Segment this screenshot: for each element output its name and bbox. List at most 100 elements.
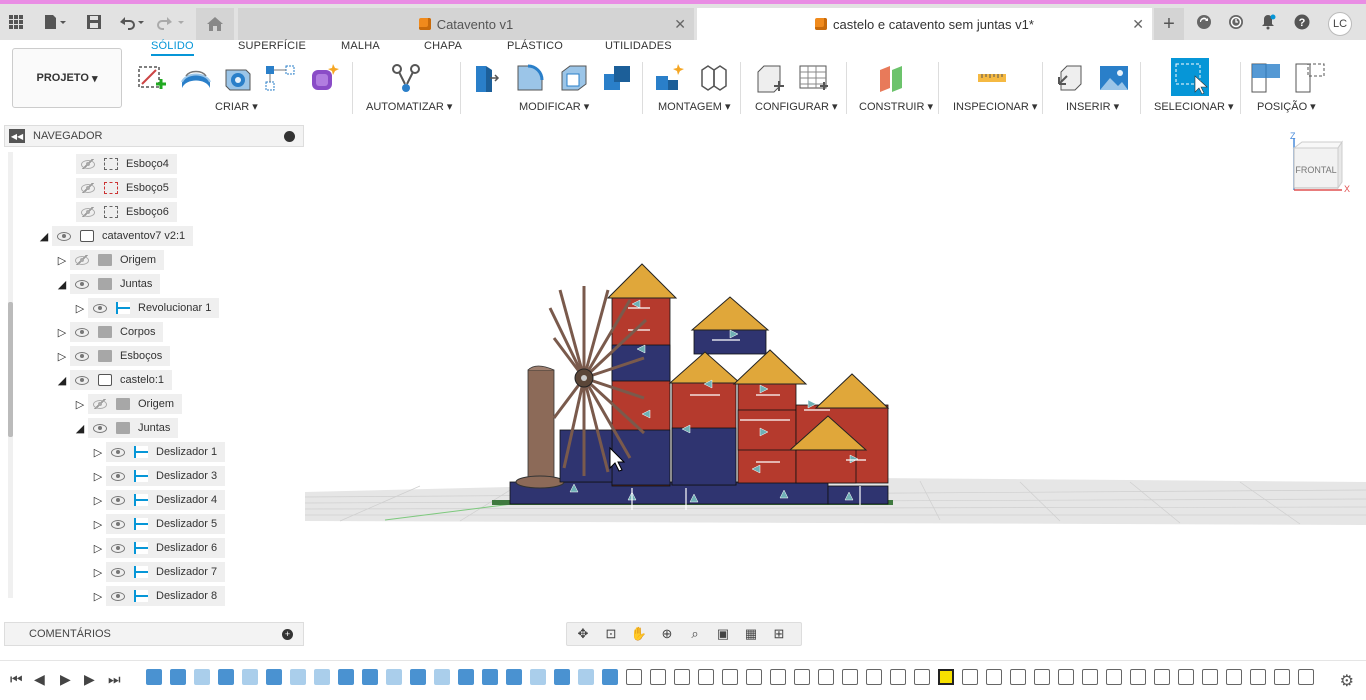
group-inserir[interactable]: INSERIR ▾: [1066, 100, 1119, 113]
timeline-feature-icon[interactable]: [338, 669, 354, 685]
timeline-feature-icon[interactable]: [578, 669, 594, 685]
browser-node[interactable]: ▷ Deslizador 1: [90, 441, 226, 463]
help-icon[interactable]: ?: [1292, 10, 1312, 34]
browser-node-body[interactable]: Deslizador 1: [106, 442, 226, 462]
group-configurar[interactable]: CONFIGURAR ▾: [755, 100, 838, 113]
collapse-panel-icon[interactable]: ◀◀: [9, 129, 25, 143]
timeline-feature-icon[interactable]: [482, 669, 498, 685]
visibility-eye-icon[interactable]: [56, 231, 72, 241]
timeline-feature-icon[interactable]: [530, 669, 546, 685]
timeline-feature-icon[interactable]: [434, 669, 450, 685]
configure-table-icon[interactable]: [754, 62, 786, 94]
insert-image-icon[interactable]: [1098, 62, 1130, 94]
browser-node-body[interactable]: Corpos: [70, 322, 164, 342]
timeline-feature-icon[interactable]: [242, 669, 258, 685]
timeline-feature-icon[interactable]: [746, 669, 762, 685]
timeline-feature-icon[interactable]: [866, 669, 882, 685]
browser-node-body[interactable]: Deslizador 7: [106, 562, 226, 582]
joint-icon[interactable]: [698, 62, 730, 94]
viewcube[interactable]: FRONTAL Z X: [1290, 132, 1350, 192]
timeline-feature-icon[interactable]: [266, 669, 282, 685]
browser-node-body[interactable]: Esboço6: [76, 202, 177, 222]
measure-icon[interactable]: [976, 62, 1008, 94]
pan-hand-icon[interactable]: ✋: [629, 626, 649, 642]
combine-icon[interactable]: [602, 62, 634, 94]
step-back-icon[interactable]: ◀︎: [34, 671, 45, 688]
timeline-feature-icon[interactable]: [386, 669, 402, 685]
sync-icon[interactable]: [1194, 10, 1214, 34]
select-icon[interactable]: [1171, 58, 1209, 96]
timeline-feature-icon[interactable]: [194, 669, 210, 685]
group-criar[interactable]: CRIAR ▾: [215, 100, 258, 113]
grid-settings-icon[interactable]: ▦: [741, 626, 761, 642]
visibility-eye-icon[interactable]: [92, 423, 108, 433]
automate-icon[interactable]: [390, 62, 422, 94]
timeline-feature-icon[interactable]: [554, 669, 570, 685]
expand-arrow-icon[interactable]: ▷: [90, 492, 106, 508]
browser-node[interactable]: ▷ Esboços: [54, 345, 171, 367]
timeline-feature-icon[interactable]: [722, 669, 738, 685]
zoom-icon[interactable]: ⊕: [657, 626, 677, 642]
group-selecionar[interactable]: SELECIONAR ▾: [1154, 100, 1234, 113]
timeline-feature-icon[interactable]: [362, 669, 378, 685]
user-avatar[interactable]: LC: [1328, 12, 1352, 36]
browser-node[interactable]: ▷ Revolucionar 1: [72, 297, 220, 319]
add-comment-icon[interactable]: +: [282, 629, 293, 640]
configuration-grid-icon[interactable]: [798, 62, 830, 94]
close-icon[interactable]: ✕: [1132, 16, 1144, 33]
play-icon[interactable]: ▶: [60, 671, 71, 688]
expand-arrow-icon[interactable]: ▷: [90, 516, 106, 532]
timeline-feature-icon[interactable]: [1226, 669, 1242, 685]
collapse-arrow-icon[interactable]: ◢: [72, 420, 88, 436]
browser-node[interactable]: ▷ Deslizador 4: [90, 489, 226, 511]
expand-arrow-icon[interactable]: ▷: [72, 396, 88, 412]
browser-scrollbar[interactable]: [8, 152, 13, 598]
apps-grid-icon[interactable]: [6, 10, 26, 34]
browser-node-body[interactable]: Esboço4: [76, 154, 177, 174]
visibility-eye-icon[interactable]: [92, 303, 108, 313]
browser-node[interactable]: Esboço4: [76, 153, 177, 175]
timeline-feature-icon[interactable]: [962, 669, 978, 685]
visibility-eye-icon[interactable]: [74, 375, 90, 385]
timeline-feature-icon[interactable]: [1130, 669, 1146, 685]
group-inspecionar[interactable]: INSPECIONAR ▾: [953, 100, 1037, 113]
expand-arrow-icon[interactable]: ▷: [90, 540, 106, 556]
hidden-eye-icon[interactable]: [80, 207, 96, 217]
tab-catavento[interactable]: Catavento v1 ✕: [238, 8, 694, 40]
timeline-feature-icon[interactable]: [1298, 669, 1314, 685]
orbit-icon[interactable]: ✥: [573, 626, 593, 642]
collapse-arrow-icon[interactable]: ◢: [54, 276, 70, 292]
timeline-feature-icon[interactable]: [1106, 669, 1122, 685]
visibility-eye-icon[interactable]: [110, 519, 126, 529]
canvas-viewport[interactable]: [305, 118, 1366, 658]
browser-node-body[interactable]: Esboços: [70, 346, 171, 366]
timeline-feature-icon[interactable]: [626, 669, 642, 685]
fillet-icon[interactable]: [514, 62, 546, 94]
hidden-eye-icon[interactable]: [92, 399, 108, 409]
minimize-icon[interactable]: [284, 131, 295, 142]
browser-node[interactable]: ◢ castelo:1: [54, 369, 173, 391]
pattern-icon[interactable]: [264, 62, 296, 94]
browser-node[interactable]: ▷ Deslizador 6: [90, 537, 226, 559]
expand-arrow-icon[interactable]: ▷: [54, 324, 70, 340]
viewports-icon[interactable]: ⊞: [769, 626, 789, 642]
look-at-icon[interactable]: ⊡: [601, 626, 621, 642]
group-modificar[interactable]: MODIFICAR ▾: [519, 100, 589, 113]
create-sketch-icon[interactable]: [136, 62, 168, 94]
browser-node-body[interactable]: Deslizador 6: [106, 538, 226, 558]
browser-node[interactable]: Esboço5: [76, 177, 177, 199]
group-montagem[interactable]: MONTAGEM ▾: [658, 100, 731, 113]
project-button[interactable]: PROJETO ▾: [12, 48, 122, 108]
notifications-bell-icon[interactable]: [1258, 10, 1278, 34]
tab-superficie[interactable]: SUPERFÍCIE: [238, 40, 306, 52]
timeline-feature-icon[interactable]: [1010, 669, 1026, 685]
expand-arrow-icon[interactable]: ▷: [54, 252, 70, 268]
tab-utilidades[interactable]: UTILIDADES: [605, 40, 672, 52]
expand-arrow-icon[interactable]: ▷: [90, 588, 106, 604]
expand-arrow-icon[interactable]: ▷: [72, 300, 88, 316]
visibility-eye-icon[interactable]: [110, 447, 126, 457]
revert-position-icon[interactable]: [1294, 62, 1326, 94]
timeline-feature-icon[interactable]: [290, 669, 306, 685]
shell-icon[interactable]: [558, 62, 590, 94]
tab-malha[interactable]: MALHA: [341, 40, 380, 52]
